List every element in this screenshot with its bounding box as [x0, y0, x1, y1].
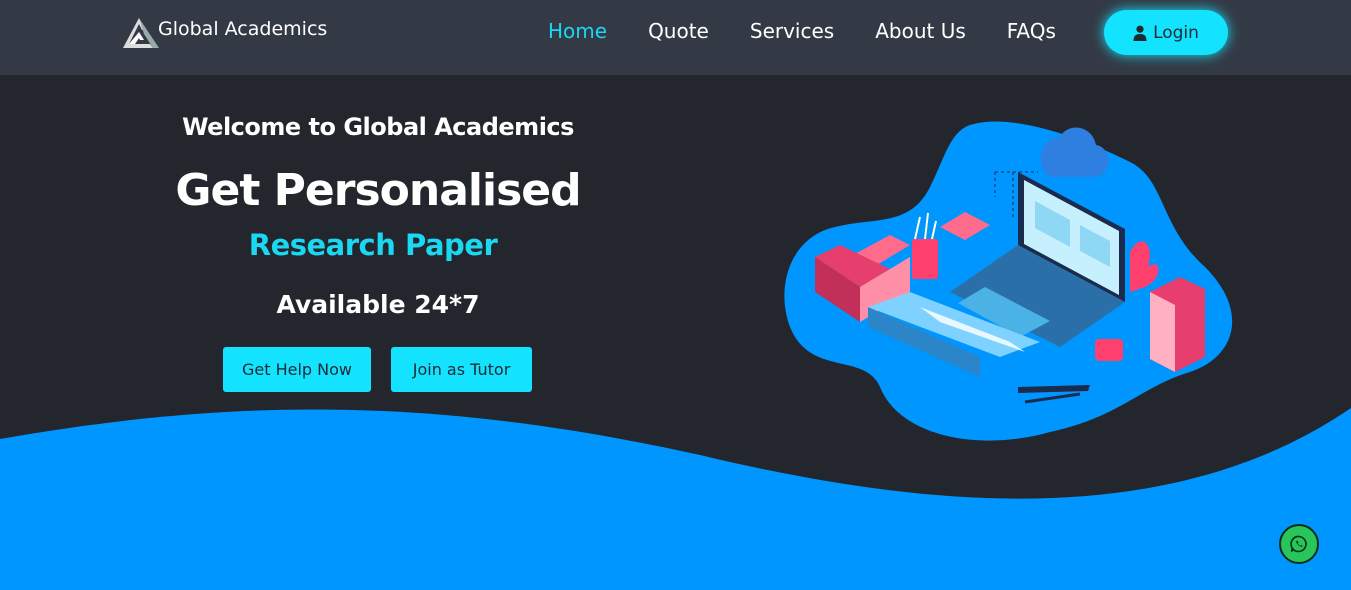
hero-welcome: Welcome to Global Academics — [182, 113, 574, 141]
top-navbar: Global Academics Home Quote Services Abo… — [0, 0, 1351, 75]
nav-quote[interactable]: Quote — [648, 19, 709, 43]
main-menu: Home Quote Services About Us FAQs — [548, 19, 1097, 43]
whatsapp-button[interactable] — [1279, 524, 1319, 564]
brand-name: Global Academics — [158, 18, 328, 40]
brand-logo[interactable]: Global Academics — [120, 14, 327, 50]
nav-about-us[interactable]: About Us — [875, 19, 966, 43]
join-as-tutor-button[interactable]: Join as Tutor — [391, 347, 532, 392]
user-icon — [1133, 25, 1147, 41]
whatsapp-icon — [1290, 535, 1307, 553]
hero-illustration — [784, 121, 1233, 441]
nav-home[interactable]: Home — [548, 19, 607, 43]
hero-subtitle: Research Paper — [248, 228, 498, 262]
logo-mark-icon — [123, 18, 159, 48]
login-label: Login — [1153, 22, 1199, 43]
hero-availability: Available 24*7 — [276, 290, 480, 319]
login-button[interactable]: Login — [1104, 10, 1228, 55]
hero-title: Get Personalised — [175, 165, 581, 216]
get-help-now-button[interactable]: Get Help Now — [223, 347, 371, 392]
nav-faqs[interactable]: FAQs — [1007, 19, 1056, 43]
nav-services[interactable]: Services — [750, 19, 834, 43]
